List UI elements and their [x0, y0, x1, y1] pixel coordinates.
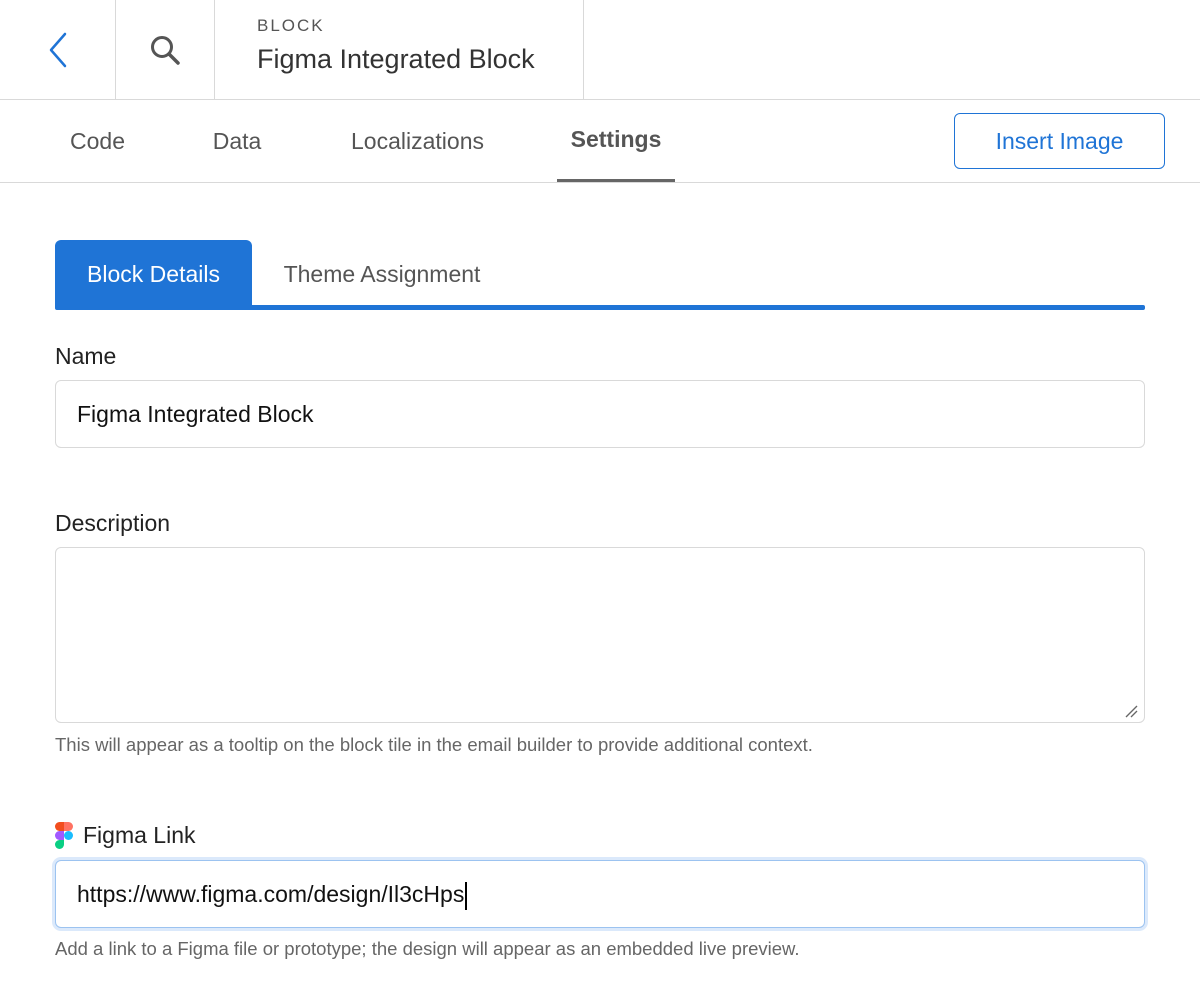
resize-grip-icon[interactable]	[1124, 704, 1138, 718]
tab-localizations[interactable]: Localizations	[335, 100, 500, 182]
description-label: Description	[55, 510, 171, 536]
description-textarea[interactable]	[55, 547, 1145, 723]
description-help-text: This will appear as a tooltip on the blo…	[55, 734, 813, 755]
figma-link-value: https://www.figma.com/design/Il3cHps	[77, 881, 465, 907]
title-area: BLOCK Figma Integrated Block	[215, 0, 584, 99]
chevron-left-icon	[49, 32, 66, 67]
subtab-block-details[interactable]: Block Details	[55, 240, 252, 308]
page-eyebrow: BLOCK	[257, 16, 325, 35]
subtab-theme-assignment[interactable]: Theme Assignment	[262, 240, 502, 308]
tab-settings[interactable]: Settings	[557, 100, 675, 182]
figma-link-label: Figma Link	[83, 822, 196, 848]
search-icon	[151, 35, 180, 65]
tab-code[interactable]: Code	[55, 100, 140, 182]
figma-link-label-row: Figma Link	[55, 822, 195, 849]
figma-icon	[55, 822, 73, 849]
subtab-underline	[55, 305, 1145, 310]
back-button[interactable]	[0, 0, 116, 99]
search-button[interactable]	[116, 0, 215, 99]
figma-link-input[interactable]: https://www.figma.com/design/Il3cHps	[55, 860, 1145, 928]
tab-data[interactable]: Data	[197, 100, 277, 182]
header: BLOCK Figma Integrated Block	[0, 0, 1200, 100]
page-title: Figma Integrated Block	[257, 44, 535, 74]
name-label: Name	[55, 343, 117, 369]
name-input[interactable]: Figma Integrated Block	[55, 380, 1145, 448]
text-caret	[465, 881, 468, 910]
insert-image-button[interactable]: Insert Image	[954, 113, 1165, 169]
figma-help-text: Add a link to a Figma file or prototype;…	[55, 938, 800, 959]
main-tabs: Code Data Localizations Settings Insert …	[0, 100, 1200, 183]
